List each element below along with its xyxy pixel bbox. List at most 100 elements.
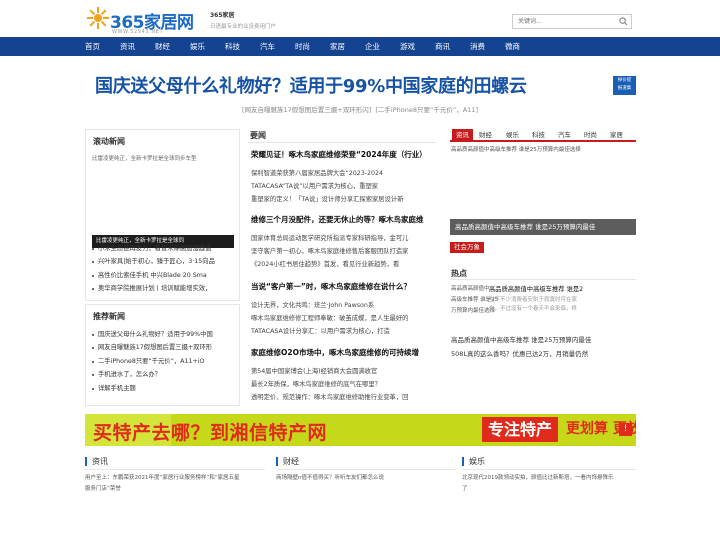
nav-item-wechat-business[interactable]: 微商 bbox=[505, 37, 520, 56]
logo-url: WWW.52943.NET bbox=[112, 29, 164, 35]
nav-item-fashion[interactable]: 时尚 bbox=[295, 37, 310, 56]
list-item[interactable]: 508L真的这么香吗？优惠已达2万，月销量仍然 bbox=[451, 347, 591, 361]
social-tag[interactable]: 社会万象 bbox=[450, 242, 484, 253]
headline-sub-link[interactable]: [网友自曝魅族17假想图后置三摄+双环形闪] bbox=[242, 106, 371, 114]
scroll-news-title: 滚动新闻 bbox=[93, 137, 125, 146]
bottom-image-alt: 北京现代2019款领动实拍，颜值比过新斯塔，一看内饰悬殊乐 bbox=[462, 475, 614, 481]
recommend-panel: 推荐新闻 国庆送父母什么礼物好？适用于99%中国 网友自曝魅族17假想图后置三摄… bbox=[85, 304, 240, 406]
bottom-col-title[interactable]: 财经 bbox=[276, 457, 299, 466]
news-article: 维修三个月没配件，还要无休止的等？啄木鸟家庭维 国家体育总局运动医学研究所指派专… bbox=[251, 213, 441, 271]
headline-subs: [网友自曝魅族17假想图后置三摄+双环形闪] [二手iPhone8只要“千元价”… bbox=[0, 104, 720, 114]
bottom-col-title[interactable]: 资讯 bbox=[85, 457, 108, 466]
article-line[interactable]: 透明定价、规范操作：啄木鸟家庭维修助推行业变革，回 bbox=[251, 391, 441, 404]
article-line[interactable]: 啄木鸟家庭维修修工程师奉敏：破茧成蝶，是人生最好的 bbox=[251, 312, 441, 325]
news-article: 家庭维修O2O市场中，啄木鸟家庭维修的可持续增 第54届中国家博会(上海)经销商… bbox=[251, 346, 441, 404]
nav-item-entertainment[interactable]: 娱乐 bbox=[190, 37, 205, 56]
main-nav: 首页 资讯 财经 娱乐 科技 汽车 时尚 家居 企业 游戏 商讯 消费 微商 bbox=[0, 37, 720, 56]
headline-title[interactable]: 国庆送父母什么礼物好？适用于99%中国家庭的田螺云 bbox=[95, 72, 527, 98]
broken-image-icon[interactable]: 用户至上：东鹏荣获2021年度“家居行业服务榜样”和“家居五星 服务门店”荣誉 bbox=[85, 473, 265, 495]
article-line[interactable]: 第54届中国家博会(上海)经销商大会圆满收官 bbox=[251, 365, 441, 378]
tab-news[interactable]: 资讯 bbox=[452, 129, 473, 141]
hot-title: 热点 bbox=[451, 269, 467, 278]
nav-item-business[interactable]: 商讯 bbox=[435, 37, 450, 56]
search-icon[interactable] bbox=[619, 17, 628, 26]
bottom-col-title[interactable]: 娱乐 bbox=[462, 457, 485, 466]
tab-home[interactable]: 家居 bbox=[606, 129, 627, 141]
bottom-image-alt: 商场隔壁n值不值得买？听听车友们都怎么说 bbox=[276, 475, 384, 481]
category-tabs: 资讯 财经 娱乐 科技 汽车 时尚 家居 bbox=[450, 129, 636, 142]
search-input[interactable] bbox=[513, 15, 613, 28]
list-item[interactable]: 网友自曝魅族17假想图后置三摄+双环形 bbox=[92, 341, 234, 354]
list-item[interactable]: 高品质高颜值中高级车推荐 谁是25万预算内最佳 bbox=[451, 333, 591, 347]
search-box[interactable] bbox=[512, 14, 632, 29]
hot-desc-line: 中，不过没有一个春天不会来临，终 bbox=[489, 306, 578, 312]
list-item[interactable]: 小米生态链再发力，看智米除菌加湿器值 bbox=[92, 242, 234, 255]
divider bbox=[248, 142, 436, 143]
report-tip-button[interactable]: 掉价提 报道集 bbox=[613, 76, 636, 95]
list-item[interactable]: 手机进水了，怎么办？ bbox=[92, 368, 234, 381]
nav-item-finance[interactable]: 财经 bbox=[155, 37, 170, 56]
article-title[interactable]: 家庭维修O2O市场中，啄木鸟家庭维修的可持续增 bbox=[251, 346, 441, 360]
news-article: 当说“客户第一”时，啄木鸟家庭维修在说什么？ 设计无界，文化共鸣：班兰·John… bbox=[251, 280, 441, 338]
hot-article-desc: 当下不少消费者安耐于寂寞时可在家 中，不过没有一个春天不会来临，终 bbox=[489, 296, 577, 314]
article-line[interactable]: TATACASA设计分享汇：以用户需求为核心，打造 bbox=[251, 325, 441, 338]
report-tip-line: 报道集 bbox=[617, 86, 632, 91]
nav-item-home[interactable]: 首页 bbox=[85, 37, 100, 56]
recommend-list: 国庆送父母什么礼物好？适用于99%中国 网友自曝魅族17假想图后置三摄+双环形 … bbox=[92, 328, 234, 395]
nav-item-news[interactable]: 资讯 bbox=[120, 37, 135, 56]
site-logo[interactable]: 365家居网 WWW.52943.NET bbox=[86, 5, 204, 35]
tab-entertainment[interactable]: 娱乐 bbox=[502, 129, 523, 141]
scroll-news-list: 小米生态链再发力，看智米除菌加湿器值 兴叶家具|始于初心，臻于匠心，3·15向品… bbox=[92, 242, 234, 296]
article-title[interactable]: 维修三个月没配件，还要无休止的等？啄木鸟家庭维 bbox=[251, 213, 441, 227]
banner-highlight: 专注特产 bbox=[482, 417, 558, 442]
news-article: 荣耀见证！啄木鸟家庭维修荣登“2024年度（行业） 保利智道荣获第八届家居品牌大… bbox=[251, 148, 441, 206]
sun-logo-icon bbox=[87, 7, 109, 29]
article-title[interactable]: 荣耀见证！啄木鸟家庭维修荣登“2024年度（行业） bbox=[251, 148, 441, 162]
article-line[interactable]: 坚守客户第一初心，啄木鸟家庭维修售后客服团队打造家 bbox=[251, 245, 441, 258]
nav-item-home-living[interactable]: 家居 bbox=[330, 37, 345, 56]
broken-image-icon[interactable]: 商场隔壁n值不值得买？听听车友们都怎么说 bbox=[276, 473, 456, 484]
broken-image-icon[interactable]: 高品质高颜值中高级车推荐 谁是25万预算内最佳选择 bbox=[451, 145, 581, 153]
divider bbox=[85, 469, 265, 470]
hot-article-title[interactable]: 高品质高颜值中高级车推荐 谁是2 bbox=[489, 284, 583, 293]
scroll-news-slide[interactable]: 比雷凌更纯正，全新卡罗拉是全球同步车型 比雷凌更纯正，全新卡罗拉是全球同 bbox=[92, 154, 234, 248]
list-item[interactable]: 国庆送父母什么礼物好？适用于99%中国 bbox=[92, 328, 234, 341]
divider bbox=[462, 469, 636, 470]
recommend-title: 推荐新闻 bbox=[93, 312, 125, 321]
scroll-news-panel: 滚动新闻 比雷凌更纯正，全新卡罗拉是全球同步车型 比雷凌更纯正，全新卡罗拉是全球… bbox=[85, 129, 240, 301]
divider bbox=[276, 469, 456, 470]
bottom-image-alt: 用户至上：东鹏荣获2021年度“家居行业服务榜样”和“家居五星 bbox=[85, 475, 240, 481]
broken-image-icon[interactable]: 北京现代2019款领动实拍，颜值比过新斯塔，一看内饰悬殊乐 了 bbox=[462, 473, 636, 495]
tab-tech[interactable]: 科技 bbox=[528, 129, 549, 141]
bottom-image-alt: 了 bbox=[462, 486, 468, 492]
article-line[interactable]: 国家体育总局运动医学研究所指派专家科研指导，金可儿 bbox=[251, 232, 441, 245]
article-line[interactable]: 《2024小红书居住趋势》首发，看见行业新趋势，看 bbox=[251, 258, 441, 271]
site-name: 365家居 bbox=[210, 12, 235, 19]
list-item[interactable]: 兴叶家具|始于初心，臻于匠心，3·15向品 bbox=[92, 255, 234, 268]
nav-item-consumer[interactable]: 消费 bbox=[470, 37, 485, 56]
tab-finance[interactable]: 财经 bbox=[475, 129, 496, 141]
list-item[interactable]: 二手iPhone8只要“千元价”，A11+iO bbox=[92, 355, 234, 368]
article-line[interactable]: 重塑家的定义！「TA说」设计师分享汇探索家居设计新 bbox=[251, 193, 441, 206]
banner-exclaim-icon: ! bbox=[619, 423, 632, 436]
bottom-image-alt: 服务门店”荣誉 bbox=[85, 486, 121, 492]
nav-item-games[interactable]: 游戏 bbox=[400, 37, 415, 56]
list-item[interactable]: 高性价比索佳手机 中兴Blade 20 Sma bbox=[92, 269, 234, 282]
article-line[interactable]: TATACASA“TA说”以用户需求为核心，重塑家 bbox=[251, 180, 441, 193]
tab-fashion[interactable]: 时尚 bbox=[580, 129, 601, 141]
nav-item-auto[interactable]: 汽车 bbox=[260, 37, 275, 56]
site-slogan: 日语最专业的业设费用门户 bbox=[210, 24, 277, 30]
list-item[interactable]: 详解手机主题 bbox=[92, 382, 234, 395]
article-line[interactable]: 保利智道荣获第八届家居品牌大会“2023-2024 bbox=[251, 167, 441, 180]
featured-caption[interactable]: 高品质高颜值中高级车推荐 谁是25万预算内最佳 bbox=[450, 219, 636, 235]
nav-item-enterprise[interactable]: 企业 bbox=[365, 37, 380, 56]
headline-sub-link[interactable]: [二手iPhone8只要“千元价”，A11] bbox=[375, 106, 478, 114]
divider bbox=[450, 279, 636, 280]
nav-item-tech[interactable]: 科技 bbox=[225, 37, 240, 56]
article-title[interactable]: 当说“客户第一”时，啄木鸟家庭维修在说什么？ bbox=[251, 280, 441, 294]
article-line[interactable]: 设计无界，文化共鸣：班兰·John Pawson系 bbox=[251, 299, 441, 312]
list-item[interactable]: 奥华商学院推展计划丨培训赋能增实效， bbox=[92, 282, 234, 295]
article-line[interactable]: 最长2年质保，啄木鸟家庭维修的底气在哪里？ bbox=[251, 378, 441, 391]
ad-banner[interactable]: 买特产去哪？到湘信特产网 专注特产 更划算 更放心 ! bbox=[85, 414, 636, 446]
tab-auto[interactable]: 汽车 bbox=[554, 129, 575, 141]
